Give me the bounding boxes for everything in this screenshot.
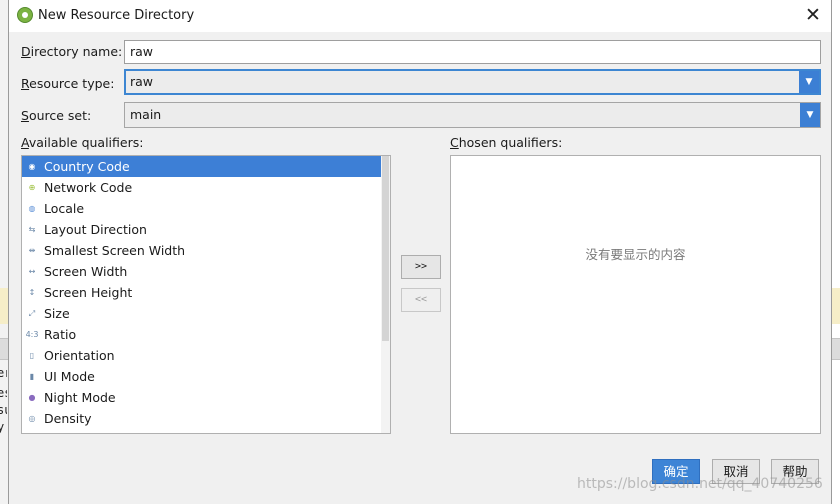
- chosen-qualifiers-list[interactable]: 没有要显示的内容: [450, 155, 821, 434]
- dialog-title: New Resource Directory: [38, 8, 195, 23]
- close-button[interactable]: ✕: [801, 4, 825, 28]
- resource-type-value: raw: [130, 74, 154, 89]
- list-item[interactable]: ◎ Density: [22, 408, 383, 429]
- ratio-icon: 4:3: [25, 330, 39, 339]
- list-item-label: Country Code: [44, 159, 130, 174]
- list-item[interactable]: 4:3 Ratio: [22, 324, 383, 345]
- title-bar[interactable]: New Resource Directory ✕: [9, 0, 831, 32]
- scrollbar[interactable]: [381, 156, 390, 433]
- list-item[interactable]: ▯ Orientation: [22, 345, 383, 366]
- list-item[interactable]: ⇹ Smallest Screen Width: [22, 240, 383, 261]
- list-item-label: Night Mode: [44, 390, 116, 405]
- chevron-down-icon[interactable]: ▼: [800, 103, 820, 127]
- background-highlight-right: [832, 288, 840, 324]
- list-item[interactable]: ⤢ Size: [22, 303, 383, 324]
- list-item-label: Network Code: [44, 180, 133, 195]
- resource-type-label: Resource type:: [21, 76, 115, 91]
- list-item-label: Ratio: [44, 327, 77, 342]
- layout-direction-icon: ⇆: [28, 225, 36, 234]
- chosen-qualifiers-label: Chosen qualifiers:: [450, 135, 563, 150]
- density-icon: ◎: [28, 414, 36, 423]
- source-set-dropdown[interactable]: main ▼: [124, 102, 821, 128]
- smallest-width-icon: ⇹: [28, 246, 36, 255]
- screen-width-icon: ↔: [28, 267, 36, 276]
- background-text: y: [0, 420, 5, 434]
- background-highlight-left: [0, 288, 8, 324]
- list-item[interactable]: ● Night Mode: [22, 387, 383, 408]
- globe-icon: ◍: [28, 204, 36, 213]
- background-text: su: [0, 403, 7, 417]
- available-qualifiers-label: Available qualifiers:: [21, 135, 144, 150]
- background-bar-left: [0, 338, 8, 360]
- list-item[interactable]: ⊕ Network Code: [22, 177, 383, 198]
- android-studio-icon: [17, 7, 33, 23]
- list-item[interactable]: ↔ Screen Width: [22, 261, 383, 282]
- background-text: er: [0, 366, 7, 380]
- source-set-label: Source set:: [21, 108, 92, 123]
- list-item[interactable]: ◉ Country Code: [22, 156, 383, 177]
- list-item-label: UI Mode: [44, 369, 95, 384]
- empty-list-message: 没有要显示的内容: [585, 247, 686, 262]
- list-item[interactable]: ▮ UI Mode: [22, 366, 383, 387]
- background-text: es: [0, 386, 7, 400]
- list-item-label: Density: [44, 411, 92, 426]
- list-item-label: Smallest Screen Width: [44, 243, 186, 258]
- directory-name-input[interactable]: raw: [124, 40, 821, 64]
- remove-qualifier-button[interactable]: <<: [401, 288, 441, 312]
- list-item-label: Locale: [44, 201, 85, 216]
- screen-height-icon: ↕: [28, 288, 36, 297]
- list-item[interactable]: ⇆ Layout Direction: [22, 219, 383, 240]
- globe-flag-icon: ◉: [28, 162, 36, 171]
- size-icon: ⤢: [28, 308, 36, 318]
- ui-mode-icon: ▮: [29, 372, 35, 381]
- night-mode-icon: ●: [28, 393, 36, 402]
- new-resource-directory-dialog: New Resource Directory ✕ Directory name:…: [8, 0, 832, 504]
- source-set-value: main: [130, 107, 162, 122]
- list-item[interactable]: ◍ Locale: [22, 198, 383, 219]
- list-item-label: Screen Width: [44, 264, 128, 279]
- background-bar-right: [832, 338, 840, 360]
- list-item[interactable]: ↕ Screen Height: [22, 282, 383, 303]
- available-qualifiers-list[interactable]: ◉ Country Code ⊕ Network Code ◍ Locale ⇆ Layout…: [21, 155, 391, 434]
- network-icon: ⊕: [28, 183, 36, 192]
- add-qualifier-button[interactable]: >>: [401, 255, 441, 279]
- chevron-down-icon[interactable]: ▼: [799, 71, 819, 93]
- list-item-label: Size: [44, 306, 70, 321]
- watermark-text: https://blog.csdn.net/qq_40740256: [577, 476, 823, 492]
- resource-type-dropdown[interactable]: raw ▼: [124, 69, 821, 95]
- list-item-label: Screen Height: [44, 285, 133, 300]
- orientation-icon: ▯: [29, 351, 35, 360]
- scrollbar-thumb[interactable]: [382, 156, 389, 341]
- list-item-label: Orientation: [44, 348, 115, 363]
- list-item-label: Layout Direction: [44, 222, 147, 237]
- directory-name-label: Directory name:: [21, 44, 123, 59]
